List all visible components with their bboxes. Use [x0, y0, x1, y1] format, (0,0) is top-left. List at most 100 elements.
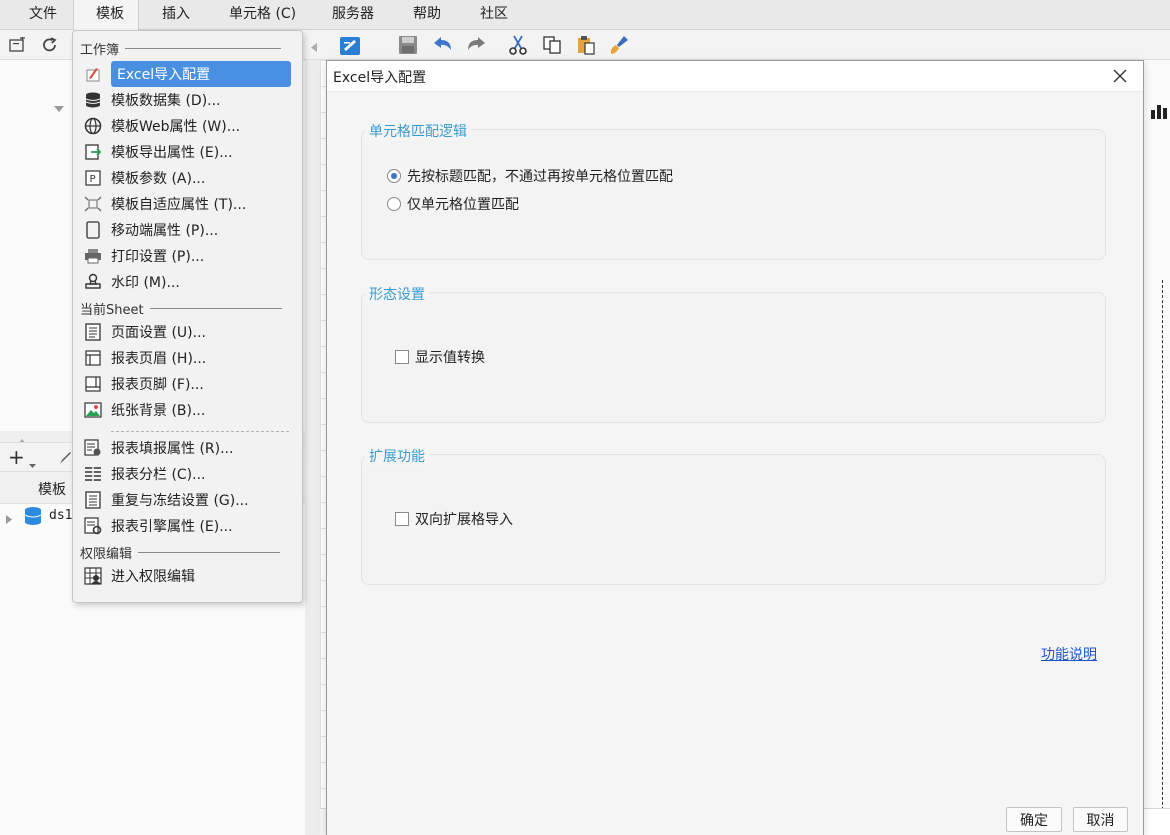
checkbox-icon[interactable] — [395, 350, 409, 364]
extension-features-group: 扩展功能 双向扩展格导入 — [361, 446, 1106, 585]
footer-icon — [83, 374, 103, 394]
chart-icon[interactable] — [1150, 102, 1168, 124]
parameter-icon: P — [83, 168, 103, 188]
menu-community[interactable]: 社区 — [480, 0, 508, 30]
refresh-icon[interactable] — [41, 36, 59, 58]
menu-item-template-parameters[interactable]: 模板参数 (A)... — [111, 165, 291, 191]
dataset-item-ds1[interactable]: ds1 — [49, 508, 72, 523]
radio-label: 先按标题匹配，不通过再按单元格位置匹配 — [407, 169, 673, 185]
menu-item-enter-permission-edit[interactable]: 进入权限编辑 — [111, 563, 291, 589]
cut-icon[interactable] — [507, 34, 529, 56]
engine-icon — [83, 516, 103, 536]
save-icon[interactable] — [397, 34, 419, 56]
menu-help[interactable]: 帮助 — [413, 0, 441, 30]
dialog-title: Excel导入配置 — [333, 70, 427, 86]
new-folder-icon[interactable] — [9, 36, 27, 57]
copy-icon[interactable] — [541, 34, 563, 56]
fill-report-icon — [83, 438, 103, 458]
menu-item-template-web-properties[interactable]: 模板Web属性 (W)... — [111, 113, 291, 139]
design-icon[interactable] — [339, 34, 361, 56]
checkbox-label: 显示值转换 — [415, 350, 485, 366]
header-icon — [83, 348, 103, 368]
menu-item-report-fill-properties[interactable]: 报表填报属性 (R)... — [111, 435, 291, 461]
grid-row-header — [305, 60, 320, 835]
cell-match-logic-group: 单元格匹配逻辑 先按标题匹配，不通过再按单元格位置匹配 仅单元格位置匹配 — [361, 121, 1106, 260]
menu-file[interactable]: 文件 — [29, 0, 57, 30]
globe-icon — [83, 116, 103, 136]
excel-import-config-dialog: Excel导入配置 单元格匹配逻辑 先按标题匹配，不通过再按单元格位置匹配 仅单… — [326, 60, 1144, 835]
feature-help-link[interactable]: 功能说明 — [1041, 644, 1097, 664]
collapse-left-icon[interactable] — [311, 40, 317, 56]
paste-icon[interactable] — [575, 34, 597, 56]
menu-cell[interactable]: 单元格 (C) — [229, 0, 296, 30]
menu-item-report-header[interactable]: 报表页眉 (H)... — [111, 345, 291, 371]
menu-item-paper-background[interactable]: 纸张背景 (B)... — [111, 397, 291, 423]
menu-item-page-setup[interactable]: 页面设置 (U)... — [111, 319, 291, 345]
display-value-convert-checkbox[interactable]: 显示值转换 — [395, 347, 485, 367]
group-title: 形态设置 — [365, 284, 429, 304]
redo-icon[interactable] — [465, 34, 487, 56]
menu-item-excel-import[interactable]: Excel导入配置 — [111, 61, 291, 87]
undo-icon[interactable] — [432, 34, 454, 56]
menu-item-template-export-properties[interactable]: 模板导出属性 (E)... — [111, 139, 291, 165]
stamp-icon — [83, 272, 103, 292]
template-menu-dropdown: 工作簿 Excel导入配置 模板数据集 (D)... 模板Web属性 (W)..… — [72, 30, 303, 603]
radio-unselected-icon[interactable] — [387, 197, 401, 211]
radio-label: 仅单元格位置匹配 — [407, 197, 519, 213]
menu-bar: 文件 模板 插入 单元格 (C) 服务器 帮助 社区 — [0, 0, 1170, 31]
permission-icon — [83, 566, 103, 586]
menu-item-print-settings[interactable]: 打印设置 (P)... — [111, 243, 291, 269]
edit-icon[interactable] — [58, 450, 72, 470]
menu-item-template-dataset[interactable]: 模板数据集 (D)... — [111, 87, 291, 113]
match-title-first-radio[interactable]: 先按标题匹配，不通过再按单元格位置匹配 — [387, 166, 673, 186]
dialog-titlebar[interactable]: Excel导入配置 — [327, 61, 1143, 92]
bidirectional-expand-checkbox[interactable]: 双向扩展格导入 — [395, 509, 513, 529]
group-title: 单元格匹配逻辑 — [365, 121, 471, 141]
format-painter-icon[interactable] — [608, 34, 630, 56]
radio-selected-icon[interactable] — [387, 169, 401, 183]
match-position-only-radio[interactable]: 仅单元格位置匹配 — [387, 194, 519, 214]
page-setup-icon — [83, 322, 103, 342]
right-strip — [1144, 60, 1170, 835]
chevron-down-icon[interactable] — [29, 456, 36, 472]
close-icon[interactable] — [1109, 65, 1131, 87]
cancel-button[interactable]: 取消 — [1073, 807, 1128, 832]
menu-item-watermark[interactable]: 水印 (M)... — [111, 269, 291, 295]
menu-server[interactable]: 服务器 — [332, 0, 374, 30]
menu-item-report-engine-properties[interactable]: 报表引擎属性 (E)... — [111, 513, 291, 539]
menu-template[interactable]: 模板 — [73, 0, 139, 31]
dialog-body: 单元格匹配逻辑 先按标题匹配，不通过再按单元格位置匹配 仅单元格位置匹配 形态设… — [327, 92, 1143, 835]
excel-import-icon — [83, 64, 103, 84]
checkbox-icon[interactable] — [395, 512, 409, 526]
background-image-icon — [83, 400, 103, 420]
fit-icon — [83, 194, 103, 214]
database-icon — [83, 90, 103, 110]
menu-insert[interactable]: 插入 — [162, 0, 190, 30]
printer-icon — [83, 246, 103, 266]
dataset-tab-label[interactable]: 模板 — [38, 479, 66, 499]
menu-item-mobile-properties[interactable]: 移动端属性 (P)... — [111, 217, 291, 243]
menu-item-template-adaptive-properties[interactable]: 模板自适应属性 (T)... — [111, 191, 291, 217]
menu-separator — [111, 431, 289, 432]
menu-item-report-footer[interactable]: 报表页脚 (F)... — [111, 371, 291, 397]
ok-button[interactable]: 确定 — [1006, 807, 1062, 832]
checkbox-label: 双向扩展格导入 — [415, 512, 513, 528]
svg-text:P: P — [90, 174, 96, 185]
database-icon — [23, 506, 43, 530]
section-header-current-sheet: 当前Sheet — [80, 299, 282, 318]
export-icon — [83, 142, 103, 162]
freeze-icon — [83, 490, 103, 510]
expand-arrow-icon[interactable] — [6, 512, 12, 528]
display-settings-group: 形态设置 显示值转换 — [361, 284, 1106, 423]
section-header-workbook: 工作簿 — [80, 39, 282, 58]
page-break-line — [1162, 280, 1163, 835]
add-dataset-icon[interactable]: + — [8, 447, 25, 467]
menu-item-repeat-freeze-settings[interactable]: 重复与冻结设置 (G)... — [111, 487, 291, 513]
main-toolbar — [305, 30, 1170, 60]
section-header-permission: 权限编辑 — [80, 543, 281, 562]
mobile-icon — [83, 220, 103, 240]
columns-icon — [83, 464, 103, 484]
group-title: 扩展功能 — [365, 446, 429, 466]
menu-item-report-columns[interactable]: 报表分栏 (C)... — [111, 461, 291, 487]
chevron-down-icon[interactable] — [54, 100, 64, 116]
